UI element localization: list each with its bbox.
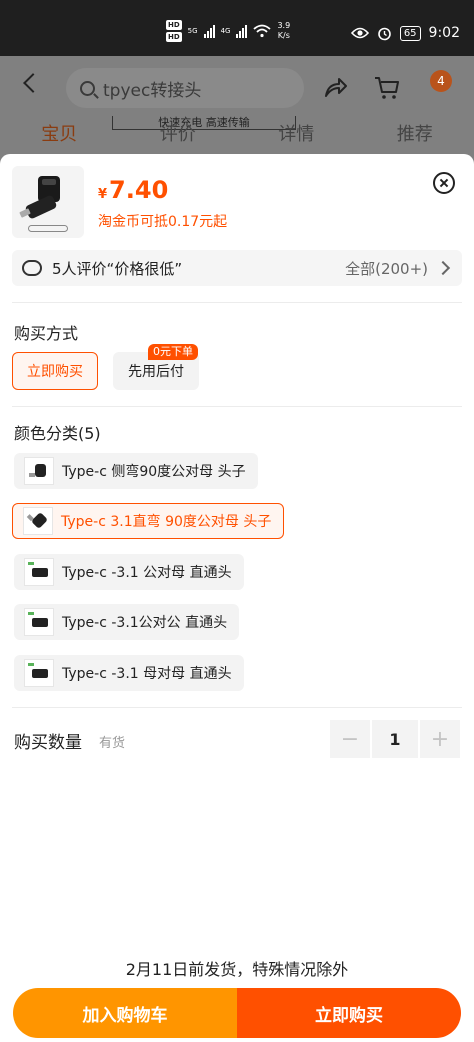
network-speed: 3.9 K/s — [277, 21, 291, 40]
quantity-value[interactable]: 1 — [372, 720, 418, 758]
color-option[interactable]: Type-c -3.1 公对母 直通头 — [14, 554, 244, 590]
network-type-label: 5G — [187, 27, 198, 35]
divider — [12, 406, 462, 407]
divider — [12, 302, 462, 303]
all-reviews-link[interactable]: 全部(200+) — [345, 258, 428, 279]
share-icon[interactable] — [324, 76, 348, 98]
option-buy-now[interactable]: 立即购买 — [12, 352, 98, 390]
search-query: tpyec转接头 — [103, 80, 202, 101]
cart-icon[interactable] — [374, 76, 400, 100]
alarm-icon — [378, 27, 391, 40]
option-thumbnail — [24, 457, 54, 485]
eye-icon — [350, 27, 369, 39]
color-option-selected[interactable]: Type-c 3.1直弯 90度公对母 头子 — [12, 503, 285, 539]
option-thumbnail — [24, 608, 54, 636]
wifi-icon — [253, 24, 272, 38]
review-summary: 5人评价“价格很低” — [52, 259, 183, 278]
divider — [12, 707, 462, 708]
sku-selection-sheet: ¥ 7.40 淘金币可抵0.17元起 5人评价“价格很低” 全部(200+) 购… — [0, 154, 474, 1042]
action-buttons: 加入购物车 立即购买 — [13, 988, 461, 1038]
search-bar[interactable]: tpyec转接头 — [66, 68, 304, 108]
zero-down-tag: 0元下单 — [148, 344, 198, 360]
hd-badge: HD — [166, 20, 182, 30]
cart-count-badge: 4 — [430, 70, 452, 92]
quantity-label: 购买数量 — [14, 733, 82, 753]
option-thumbnail — [24, 659, 54, 687]
top-nav: tpyec转接头 4 — [0, 56, 474, 116]
increase-button[interactable]: + — [420, 720, 460, 758]
product-thumbnail[interactable] — [12, 166, 84, 238]
color-option[interactable]: Type-c -3.1公对公 直通头 — [14, 604, 240, 640]
back-arrow-icon[interactable] — [23, 73, 43, 93]
search-icon — [80, 80, 95, 96]
tab-details[interactable]: 详情 — [278, 120, 314, 156]
comment-icon — [22, 257, 42, 276]
status-bar: HD HD 5G 4G 3.9 K/s 65 9:02 — [0, 0, 474, 56]
color-option[interactable]: Type-c 侧弯90度公对母 头子 — [14, 453, 258, 489]
purchase-method-title: 购买方式 — [14, 324, 79, 343]
stock-status: 有货 — [99, 736, 126, 751]
review-summary-bar[interactable]: 5人评价“价格很低” 全部(200+) — [12, 250, 462, 286]
buy-now-button[interactable]: 立即购买 — [237, 988, 461, 1038]
network-type-label: 4G — [220, 27, 231, 35]
clock: 9:02 — [428, 25, 460, 41]
decrease-button[interactable]: − — [330, 720, 370, 758]
hd-badge: HD — [166, 32, 182, 42]
tab-item[interactable]: 宝贝 — [41, 120, 77, 156]
product-tabs: 宝贝 评价 详情 推荐 — [0, 120, 474, 156]
color-option[interactable]: Type-c -3.1 母对母 直通头 — [14, 655, 244, 691]
price: ¥ 7.40 — [98, 176, 169, 204]
status-right: 65 9:02 — [350, 25, 460, 41]
close-icon[interactable] — [433, 172, 455, 194]
network-indicators: HD HD 5G 4G 3.9 K/s — [166, 20, 290, 42]
battery-icon: 65 — [399, 25, 421, 41]
tab-recommend[interactable]: 推荐 — [397, 120, 433, 156]
chevron-right-icon — [435, 260, 451, 276]
signal-icon — [236, 24, 248, 38]
signal-icon — [203, 24, 215, 38]
thumbnail-label — [28, 225, 68, 232]
add-to-cart-button[interactable]: 加入购物车 — [13, 988, 237, 1038]
option-thumbnail — [24, 558, 54, 586]
color-category-title: 颜色分类(5) — [14, 424, 101, 443]
option-thumbnail — [23, 507, 53, 535]
quantity-stepper: − 1 + — [330, 720, 460, 758]
coin-discount-note: 淘金币可抵0.17元起 — [98, 214, 228, 230]
shipping-note: 2月11日前发货，特殊情况除外 — [125, 960, 349, 979]
tab-reviews[interactable]: 评价 — [160, 120, 196, 156]
